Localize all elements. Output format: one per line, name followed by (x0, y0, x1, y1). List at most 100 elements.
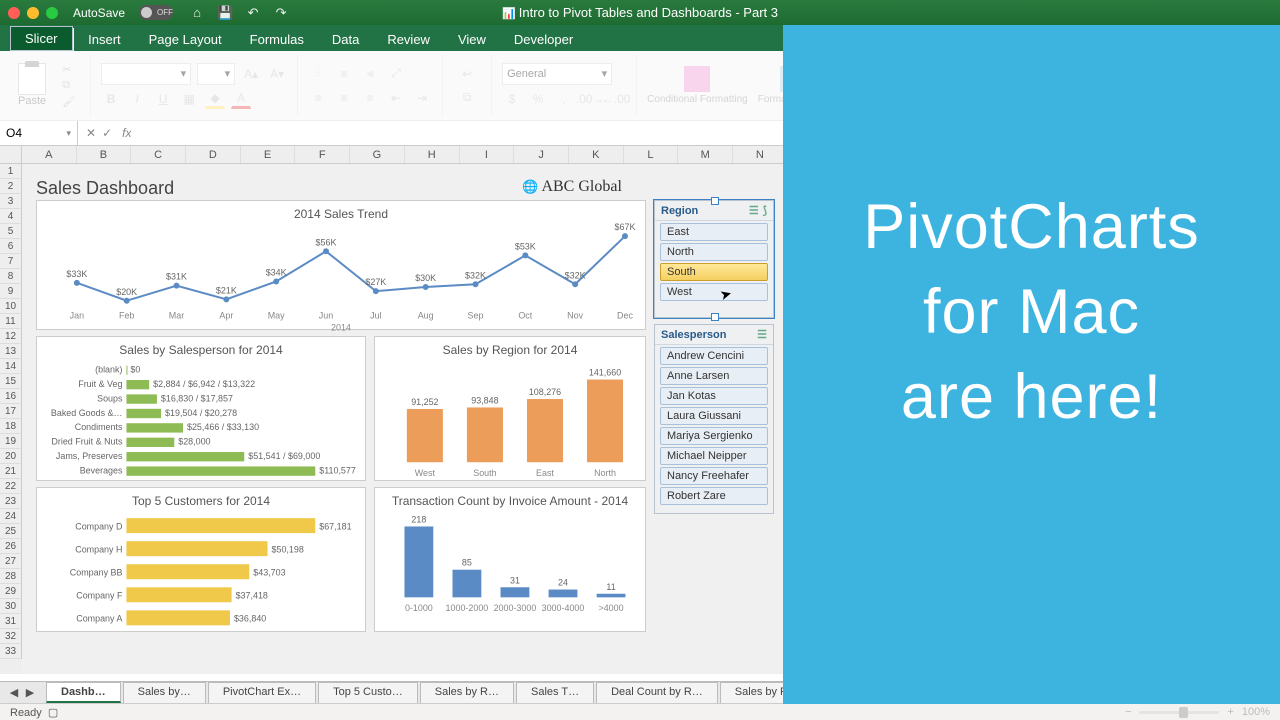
zoom-out-button[interactable]: − (1125, 706, 1131, 718)
multiselect-icon[interactable]: ☰ (749, 204, 759, 217)
col-header[interactable]: D (186, 146, 241, 163)
row-header[interactable]: 29 (0, 584, 22, 599)
indent-inc-icon[interactable]: ⇥ (412, 88, 432, 108)
copy-icon[interactable]: ⧉ (62, 79, 76, 92)
sheet-tab[interactable]: PivotChart Ex… (208, 682, 316, 703)
row-header[interactable]: 3 (0, 194, 22, 209)
align-right-icon[interactable]: ≡ (360, 88, 380, 108)
currency-icon[interactable]: $ (502, 89, 522, 109)
paste-button[interactable]: Paste (18, 63, 54, 108)
col-header[interactable]: I (460, 146, 515, 163)
tab-formulas[interactable]: Formulas (236, 28, 318, 51)
slicer-item[interactable]: Nancy Freehafer (660, 467, 768, 485)
row-header[interactable]: 11 (0, 314, 22, 329)
decrease-font-icon[interactable]: A▾ (267, 64, 287, 84)
accept-formula-icon[interactable]: ✓ (102, 126, 112, 140)
name-box[interactable]: O4▾ (0, 121, 78, 145)
slicer-item[interactable]: Laura Giussani (660, 407, 768, 425)
col-header[interactable]: K (569, 146, 624, 163)
multiselect-icon[interactable]: ☰ (757, 328, 767, 341)
row-header[interactable]: 22 (0, 479, 22, 494)
clear-filter-icon[interactable]: ⟆ (763, 204, 767, 217)
col-header[interactable]: C (131, 146, 186, 163)
row-header[interactable]: 8 (0, 269, 22, 284)
row-header[interactable]: 26 (0, 539, 22, 554)
save-icon[interactable]: 💾 (216, 4, 234, 22)
slicer-item[interactable]: Anne Larsen (660, 367, 768, 385)
select-all-corner[interactable] (0, 146, 22, 163)
number-format-select[interactable]: General▾ (502, 63, 612, 85)
row-header[interactable]: 14 (0, 359, 22, 374)
font-name-select[interactable]: ▾ (101, 63, 191, 85)
slicer-item[interactable]: South (660, 263, 768, 281)
maximize-window-button[interactable] (46, 7, 58, 19)
chart-sales-region[interactable]: Sales by Region for 2014 91,252West93,84… (374, 336, 646, 481)
orientation-icon[interactable]: ⤢ (386, 64, 406, 84)
bold-button[interactable]: B (101, 89, 121, 109)
row-header[interactable]: 24 (0, 509, 22, 524)
col-header[interactable]: A (22, 146, 77, 163)
home-icon[interactable]: ⌂ (188, 4, 206, 22)
inc-decimal-icon[interactable]: .00→ (580, 89, 600, 109)
macro-record-icon[interactable]: ▢ (48, 707, 58, 719)
row-header[interactable]: 17 (0, 404, 22, 419)
slicer-item[interactable]: Robert Zare (660, 487, 768, 505)
align-bot-icon[interactable]: ⫷ (360, 64, 380, 84)
sheet-nav-next[interactable]: ▶ (22, 686, 38, 699)
sheet-tab[interactable]: Dashb… (46, 682, 121, 703)
chart-top-customers[interactable]: Top 5 Customers for 2014 Company D$67,18… (36, 487, 366, 632)
tab-slicer[interactable]: Slicer (10, 26, 73, 51)
zoom-slider[interactable] (1139, 711, 1219, 714)
sheet-tab[interactable]: Sales by R… (420, 682, 514, 703)
row-header[interactable]: 20 (0, 449, 22, 464)
row-header[interactable]: 27 (0, 554, 22, 569)
chart-sales-trend[interactable]: 2014 Sales Trend $33KJan$20KFeb$31KMar$2… (36, 200, 646, 330)
row-header[interactable]: 28 (0, 569, 22, 584)
col-header[interactable]: G (350, 146, 405, 163)
increase-font-icon[interactable]: A▴ (241, 64, 261, 84)
row-header[interactable]: 18 (0, 419, 22, 434)
wrap-text-icon[interactable]: ↩ (453, 64, 481, 84)
cut-icon[interactable]: ✂ (62, 63, 76, 76)
minimize-window-button[interactable] (27, 7, 39, 19)
percent-icon[interactable]: % (528, 89, 548, 109)
tab-developer[interactable]: Developer (500, 28, 587, 51)
slicer-region[interactable]: Region☰⟆ EastNorthSouthWest (654, 200, 774, 318)
chart-txn-count[interactable]: Transaction Count by Invoice Amount - 20… (374, 487, 646, 632)
underline-button[interactable]: U (153, 89, 173, 109)
slicer-item[interactable]: Michael Neipper (660, 447, 768, 465)
align-left-icon[interactable]: ≡ (308, 88, 328, 108)
align-top-icon[interactable]: ⫶ (308, 64, 328, 84)
fx-icon[interactable]: fx (122, 126, 131, 140)
align-center-icon[interactable]: ≡ (334, 88, 354, 108)
row-header[interactable]: 32 (0, 629, 22, 644)
col-header[interactable]: H (405, 146, 460, 163)
close-window-button[interactable] (8, 7, 20, 19)
slicer-item[interactable]: Jan Kotas (660, 387, 768, 405)
tab-review[interactable]: Review (373, 28, 444, 51)
undo-icon[interactable]: ↶ (244, 4, 262, 22)
row-header[interactable]: 19 (0, 434, 22, 449)
sheet-tab[interactable]: Deal Count by R… (596, 682, 718, 703)
slicer-item[interactable]: North (660, 243, 768, 261)
merge-icon[interactable]: ⧉ (453, 88, 481, 108)
row-header[interactable]: 12 (0, 329, 22, 344)
slicer-item[interactable]: West (660, 283, 768, 301)
tab-insert[interactable]: Insert (74, 28, 135, 51)
row-header[interactable]: 31 (0, 614, 22, 629)
col-header[interactable]: E (241, 146, 296, 163)
row-header[interactable]: 7 (0, 254, 22, 269)
cancel-formula-icon[interactable]: ✕ (86, 126, 96, 140)
row-header[interactable]: 13 (0, 344, 22, 359)
col-header[interactable]: N (733, 146, 788, 163)
dec-decimal-icon[interactable]: ←.00 (606, 89, 626, 109)
sheet-nav-prev[interactable]: ◀ (6, 686, 22, 699)
col-header[interactable]: J (514, 146, 569, 163)
tab-data[interactable]: Data (318, 28, 373, 51)
chart-sales-salesperson[interactable]: Sales by Salesperson for 2014 (blank)$0F… (36, 336, 366, 481)
row-header[interactable]: 2 (0, 179, 22, 194)
slicer-item[interactable]: Andrew Cencini (660, 347, 768, 365)
sheet-tab[interactable]: Sales by… (123, 682, 206, 703)
slicer-item[interactable]: Mariya Sergienko (660, 427, 768, 445)
col-header[interactable]: F (295, 146, 350, 163)
